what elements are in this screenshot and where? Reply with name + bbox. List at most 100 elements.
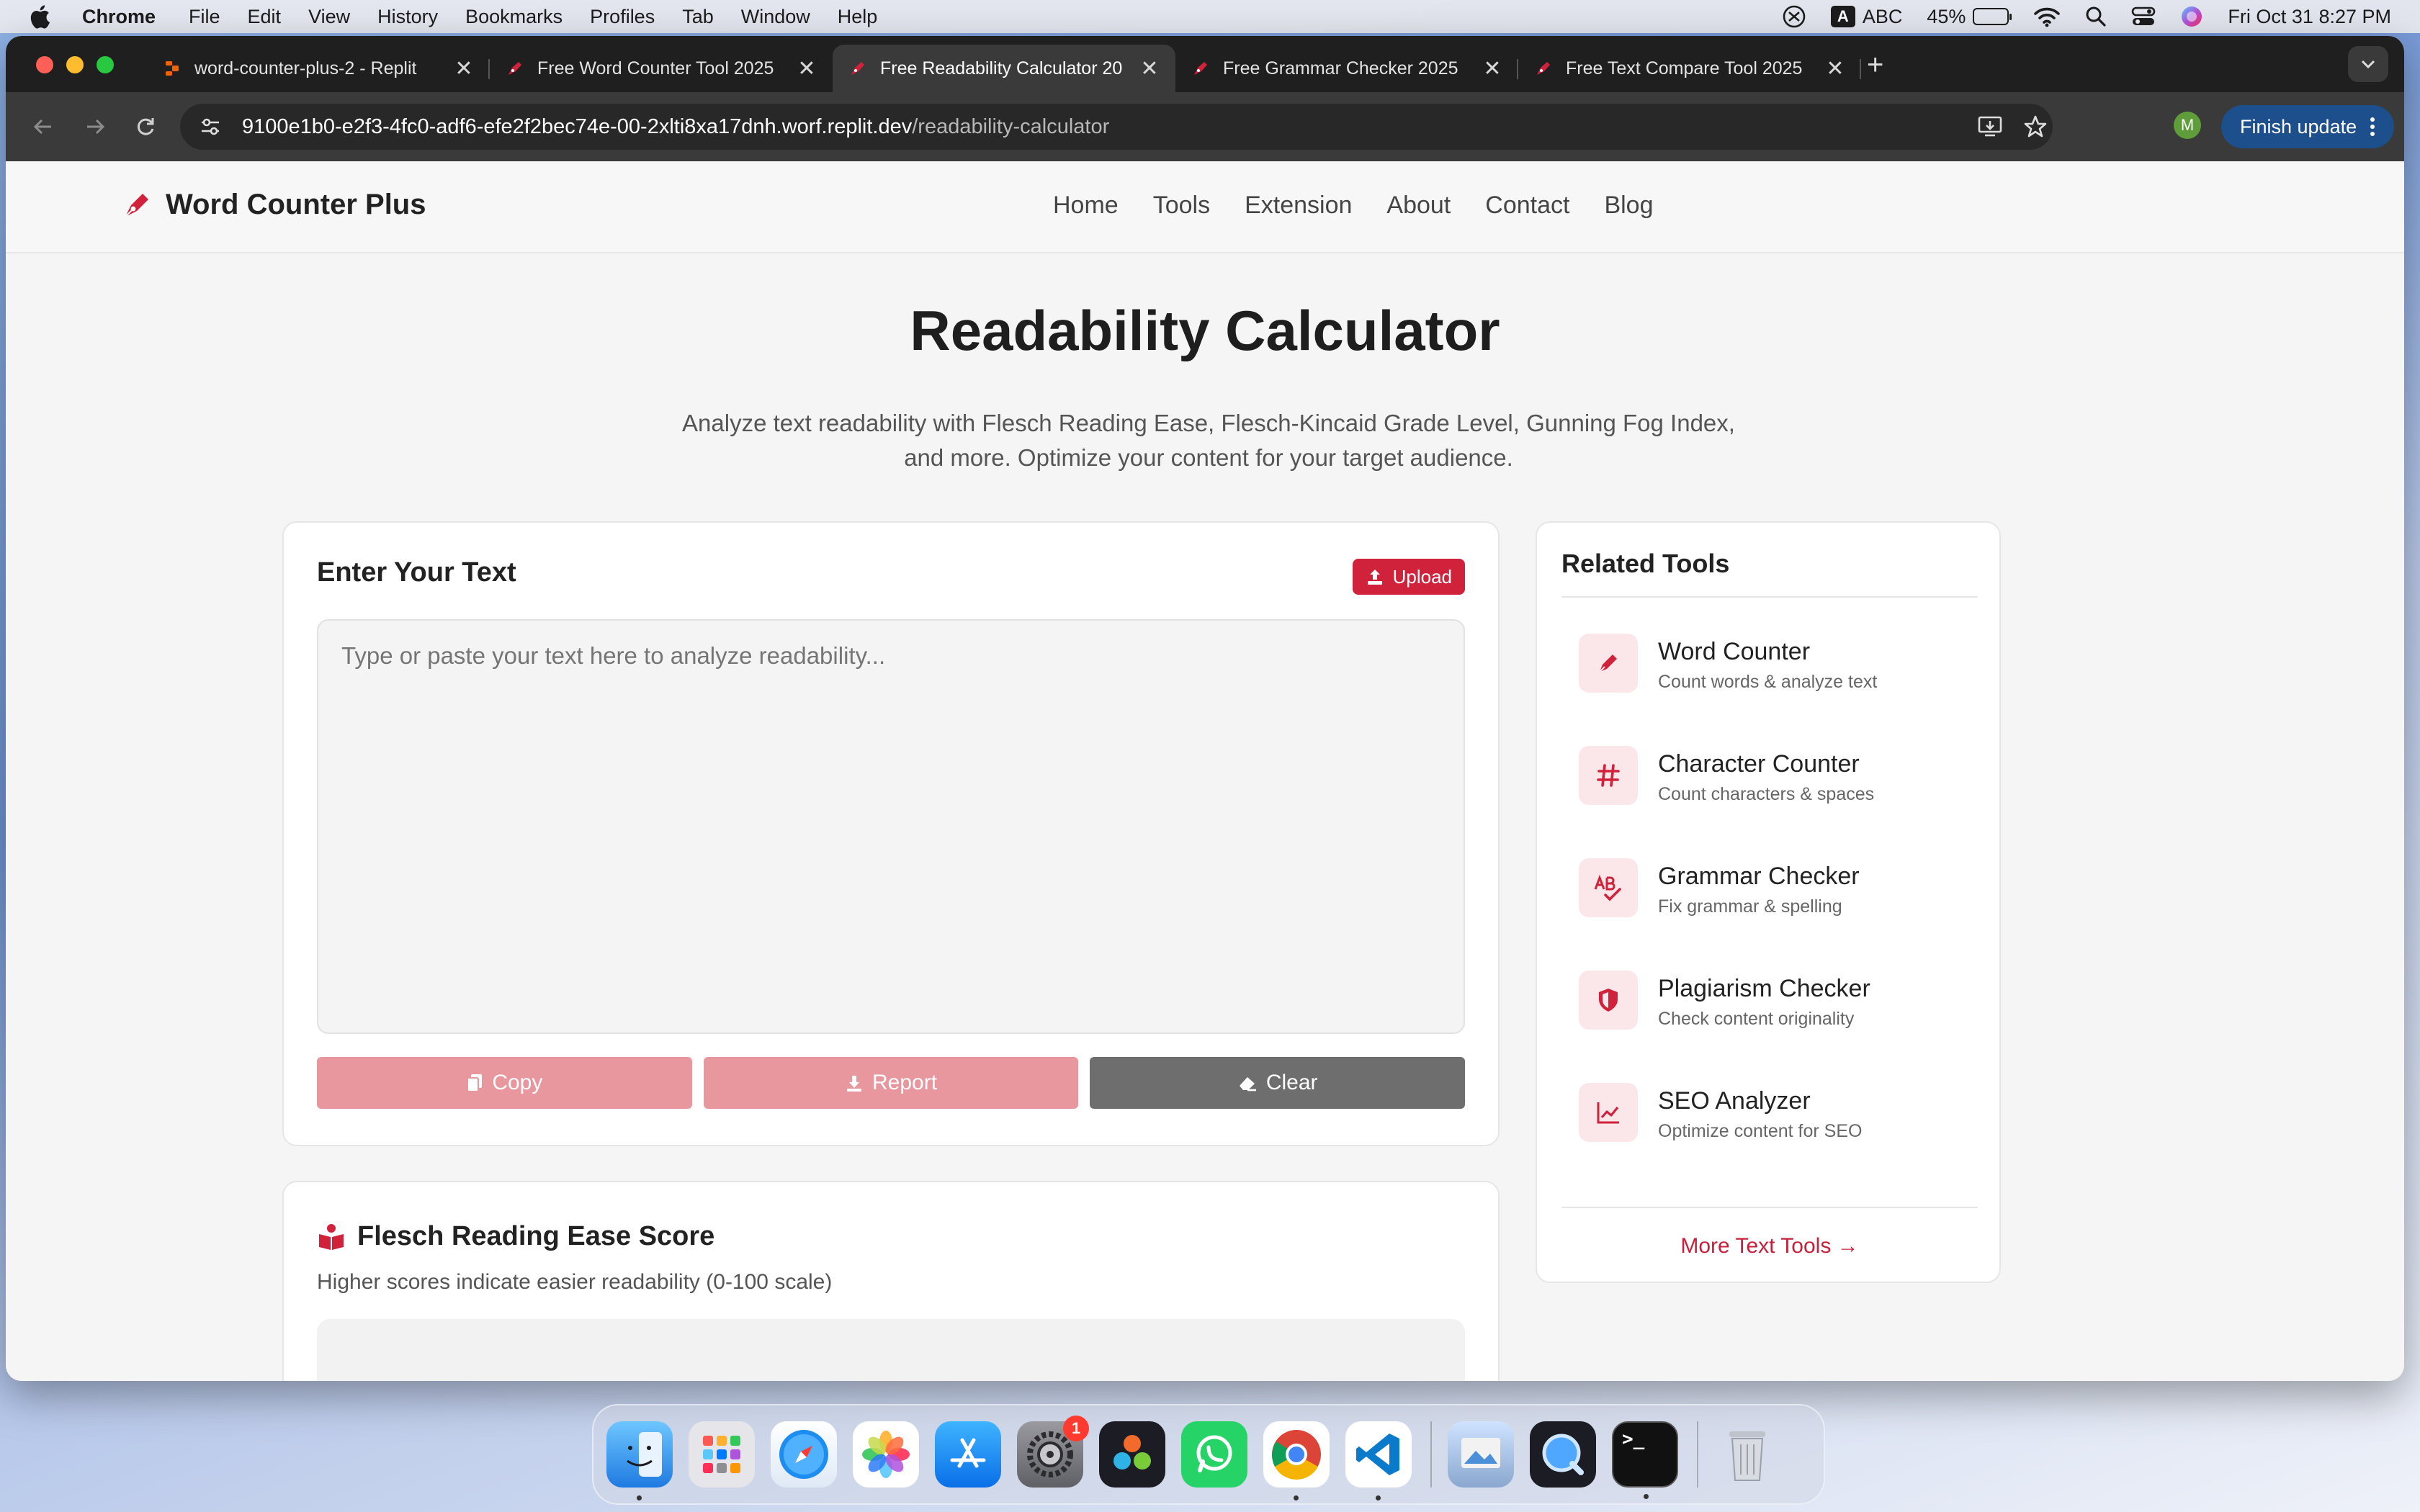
more-vertical-icon bbox=[2370, 117, 2375, 136]
menu-help[interactable]: Help bbox=[838, 6, 878, 28]
close-tab-icon[interactable]: ✕ bbox=[797, 56, 817, 81]
copy-button[interactable]: Copy bbox=[317, 1057, 692, 1109]
chrome-icon[interactable] bbox=[1263, 1421, 1330, 1500]
new-tab-button[interactable]: + bbox=[1867, 49, 1883, 81]
finder-icon[interactable] bbox=[606, 1421, 673, 1500]
copy-label: Copy bbox=[492, 1071, 543, 1094]
zoom-window-button[interactable] bbox=[97, 56, 114, 73]
tab-search-button[interactable] bbox=[2348, 46, 2388, 82]
related-tool-word-counter[interactable]: Word Counter Count words & analyze text bbox=[1579, 634, 1982, 746]
brand-name: Word Counter Plus bbox=[166, 189, 426, 220]
siri-icon[interactable] bbox=[2180, 5, 2203, 28]
forward-button[interactable] bbox=[81, 112, 109, 141]
close-tab-icon[interactable]: ✕ bbox=[1139, 56, 1160, 81]
related-tool-plagiarism-checker[interactable]: Plagiarism Checker Check content origina… bbox=[1579, 971, 1982, 1083]
pen-nib-icon bbox=[851, 62, 864, 75]
battery-status[interactable]: 45% bbox=[1927, 5, 2012, 28]
text-input-card: Enter Your Text Upload Copy bbox=[282, 521, 1500, 1146]
nav-home[interactable]: Home bbox=[1053, 192, 1119, 220]
app-store-icon[interactable] bbox=[935, 1421, 1001, 1488]
score-card-title: Flesch Reading Ease Score bbox=[317, 1221, 714, 1252]
pen-nib-icon bbox=[1194, 62, 1207, 75]
browser-tab-grammar[interactable]: Free Grammar Checker 2025 ✕ bbox=[1175, 45, 1518, 92]
control-center-icon[interactable] bbox=[2131, 6, 2156, 27]
browser-tab-word-counter[interactable]: Free Word Counter Tool 2025 ✕ bbox=[490, 45, 833, 92]
terminal-icon[interactable]: >_ bbox=[1612, 1421, 1678, 1499]
menu-clock[interactable]: Fri Oct 31 8:27 PM bbox=[2228, 6, 2391, 28]
text-input-area[interactable] bbox=[317, 619, 1465, 1034]
related-tools-list: Word Counter Count words & analyze text … bbox=[1579, 634, 1982, 1195]
clear-button[interactable]: Clear bbox=[1090, 1057, 1466, 1109]
whatsapp-icon[interactable] bbox=[1181, 1421, 1247, 1488]
action-buttons: Copy Report Clear bbox=[317, 1057, 1466, 1109]
related-tool-seo-analyzer[interactable]: SEO Analyzer Optimize content for SEO bbox=[1579, 1083, 1982, 1195]
davinci-resolve-icon[interactable] bbox=[1099, 1421, 1165, 1488]
system-settings-icon[interactable]: 1 bbox=[1017, 1416, 1089, 1488]
profile-avatar[interactable]: M bbox=[2174, 112, 2201, 139]
reload-button[interactable] bbox=[131, 112, 160, 141]
macos-dock: 1 >_ bbox=[592, 1404, 1825, 1505]
url-host: 9100e1b0-e2f3-4fc0-adf6-efe2f2bec74e-00-… bbox=[242, 114, 913, 138]
bookmark-star-icon[interactable] bbox=[2022, 114, 2048, 140]
spotlight-search-icon[interactable] bbox=[2085, 6, 2107, 27]
close-window-button[interactable] bbox=[36, 56, 53, 73]
nav-extension[interactable]: Extension bbox=[1245, 192, 1352, 220]
chart-line-icon bbox=[1597, 1102, 1619, 1124]
more-text-tools-link[interactable]: More Text Tools → bbox=[1537, 1234, 2002, 1259]
finish-update-button[interactable]: Finish update bbox=[2221, 105, 2395, 148]
trash-icon[interactable] bbox=[1714, 1421, 1780, 1488]
back-button[interactable] bbox=[29, 112, 58, 141]
menu-edit[interactable]: Edit bbox=[248, 6, 282, 28]
finish-update-label: Finish update bbox=[2240, 115, 2357, 138]
nav-tools[interactable]: Tools bbox=[1153, 192, 1210, 220]
site-brand[interactable]: Word Counter Plus bbox=[121, 189, 426, 221]
menu-bookmarks[interactable]: Bookmarks bbox=[465, 6, 563, 28]
menu-tab[interactable]: Tab bbox=[682, 6, 714, 28]
browser-tab-readability[interactable]: Free Readability Calculator 20 ✕ bbox=[833, 45, 1175, 92]
close-tab-icon[interactable]: ✕ bbox=[1825, 56, 1845, 81]
pen-nib-logo-icon bbox=[125, 193, 148, 217]
book-reader-icon bbox=[319, 1223, 344, 1250]
accessibility-icon[interactable] bbox=[1782, 4, 1806, 29]
upload-button[interactable]: Upload bbox=[1352, 559, 1465, 595]
related-tool-grammar-checker[interactable]: Grammar Checker Fix grammar & spelling bbox=[1579, 858, 1982, 971]
address-bar[interactable]: 9100e1b0-e2f3-4fc0-adf6-efe2f2bec74e-00-… bbox=[180, 104, 2053, 150]
score-card-subtitle: Higher scores indicate easier readabilit… bbox=[317, 1270, 833, 1294]
chevron-down-icon bbox=[2361, 60, 2375, 69]
menu-app-name[interactable]: Chrome bbox=[82, 6, 156, 28]
menu-view[interactable]: View bbox=[308, 6, 350, 28]
nav-blog[interactable]: Blog bbox=[1604, 192, 1653, 220]
install-app-icon[interactable] bbox=[1978, 115, 2002, 138]
apple-logo-icon[interactable] bbox=[29, 4, 50, 29]
flesch-score-card: Flesch Reading Ease Score Higher scores … bbox=[282, 1181, 1500, 1381]
nav-about[interactable]: About bbox=[1386, 192, 1451, 220]
close-tab-icon[interactable]: ✕ bbox=[1482, 56, 1502, 81]
menu-history[interactable]: History bbox=[377, 6, 438, 28]
input-source[interactable]: A ABC bbox=[1830, 6, 1902, 28]
arrow-left-icon bbox=[33, 119, 51, 135]
close-tab-icon[interactable]: ✕ bbox=[454, 56, 474, 81]
preview-icon[interactable] bbox=[1448, 1421, 1514, 1488]
wifi-icon[interactable] bbox=[2033, 6, 2061, 27]
browser-tab-replit[interactable]: word-counter-plus-2 - Replit ✕ bbox=[147, 45, 490, 92]
related-tool-character-counter[interactable]: Character Counter Count characters & spa… bbox=[1579, 746, 1982, 858]
vscode-icon[interactable] bbox=[1345, 1421, 1412, 1500]
site-info-icon[interactable] bbox=[199, 115, 222, 138]
nav-contact[interactable]: Contact bbox=[1485, 192, 1569, 220]
hashtag-icon bbox=[1597, 764, 1620, 787]
upload-label: Upload bbox=[1392, 565, 1452, 588]
menu-profiles[interactable]: Profiles bbox=[590, 6, 655, 28]
page-title: Readability Calculator bbox=[910, 299, 1500, 362]
menu-file[interactable]: File bbox=[189, 6, 220, 28]
battery-percent: 45% bbox=[1927, 5, 1966, 27]
launchpad-icon[interactable] bbox=[689, 1421, 755, 1488]
menu-window[interactable]: Window bbox=[741, 6, 810, 28]
browser-tab-text-compare[interactable]: Free Text Compare Tool 2025 ✕ bbox=[1518, 45, 1861, 92]
report-button[interactable]: Report bbox=[703, 1057, 1079, 1109]
related-tool-title: Character Counter bbox=[1658, 750, 1860, 778]
safari-icon[interactable] bbox=[771, 1421, 837, 1488]
photos-icon[interactable] bbox=[853, 1421, 919, 1488]
score-display bbox=[317, 1319, 1465, 1381]
quicktime-icon[interactable] bbox=[1530, 1421, 1596, 1488]
minimize-window-button[interactable] bbox=[66, 56, 84, 73]
